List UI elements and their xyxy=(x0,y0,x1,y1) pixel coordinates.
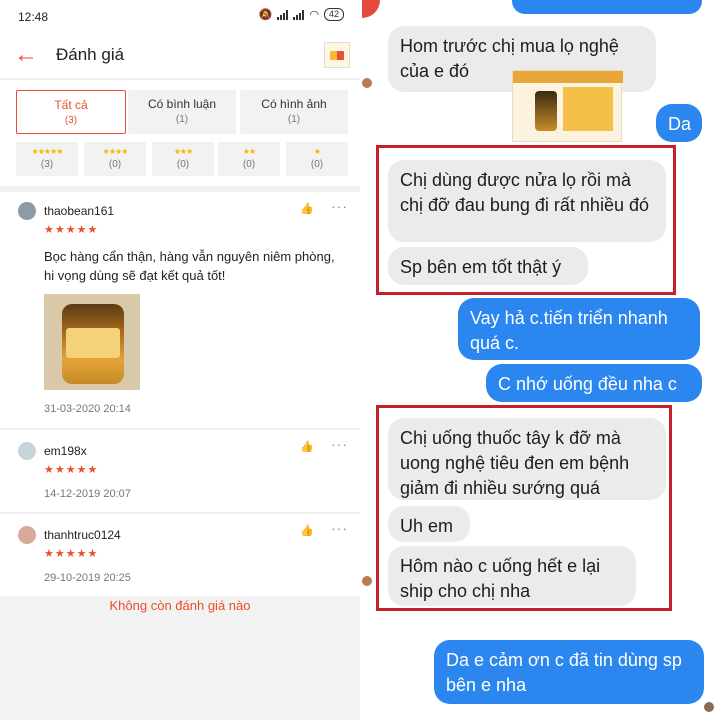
filter-tab-count: (3) xyxy=(64,115,78,126)
review-date: 14-12-2019 20:07 xyxy=(44,488,131,500)
star-filter-count: (0) xyxy=(242,159,256,170)
chat-bubble-outgoing: Vay hả c.tiến triển nhanh quá c. xyxy=(458,298,700,360)
chat-screen: Hom trước chị mua lọ nghệ của e đó Da Ch… xyxy=(362,0,720,720)
page-title: Đánh giá xyxy=(56,45,125,64)
filter-4-stars[interactable]: ★★★★ (0) xyxy=(84,142,146,176)
avatar xyxy=(18,202,36,220)
status-time: 12:48 xyxy=(18,10,49,24)
status-bar: 12:48 🔕 ◠ 42 xyxy=(0,0,360,34)
battery-icon: 42 xyxy=(323,8,344,21)
shop-icon[interactable] xyxy=(324,42,350,68)
like-icon[interactable]: 👍 xyxy=(300,440,314,453)
like-icon[interactable]: 👍 xyxy=(300,524,314,537)
review-stars: ★★★★★ xyxy=(44,464,99,476)
filter-tab-label: Có bình luận xyxy=(147,97,217,111)
chat-bubble-incoming: Hôm nào c uống hết e lại ship cho chị nh… xyxy=(388,546,636,606)
chat-bubble-outgoing: Da xyxy=(656,104,702,142)
chat-bubble-incoming: Sp bên em tốt thật ý xyxy=(388,247,588,285)
review-date: 31-03-2020 20:14 xyxy=(44,403,131,415)
filter-5-stars[interactable]: ★★★★★ (3) xyxy=(16,142,78,176)
composite-screenshot: 12:48 🔕 ◠ 42 ← Đánh giá Tất cả (3) Có bì… xyxy=(0,0,720,720)
star-filter-stars: ★★★ xyxy=(173,147,194,156)
star-filter-count: (0) xyxy=(176,159,190,170)
more-icon[interactable]: ··· xyxy=(331,520,348,536)
seen-avatar-icon xyxy=(704,702,714,712)
mute-icon: 🔕 xyxy=(258,9,273,21)
like-icon[interactable]: 👍 xyxy=(300,202,314,215)
review-item: em198x ★★★★★ 👍 ··· 14-12-2019 20:07 xyxy=(0,430,360,512)
signal-icon-2 xyxy=(293,9,305,20)
filter-tab-with-image[interactable]: Có hình ảnh (1) xyxy=(240,90,348,134)
filter-tab-count: (1) xyxy=(175,114,189,125)
app-bar: ← Đánh giá xyxy=(0,34,360,78)
review-screen: 12:48 🔕 ◠ 42 ← Đánh giá Tất cả (3) Có bì… xyxy=(0,0,360,720)
filter-tab-all[interactable]: Tất cả (3) xyxy=(16,90,126,134)
review-filters: Tất cả (3) Có bình luận (1) Có hình ảnh … xyxy=(0,80,360,186)
review-username: em198x xyxy=(44,444,87,458)
review-username: thanhtruc0124 xyxy=(44,528,121,542)
review-item: thaobean161 ★★★★★ 👍 ··· Bọc hàng cẩn thậ… xyxy=(0,192,360,428)
product-bottle xyxy=(535,91,557,131)
review-date: 29-10-2019 20:25 xyxy=(44,572,131,584)
filter-tab-label: Có hình ảnh xyxy=(261,97,327,111)
review-photo[interactable] xyxy=(44,294,140,390)
jar-label xyxy=(66,328,120,358)
star-filter-count: (0) xyxy=(310,159,324,170)
corner-decoration xyxy=(362,0,380,18)
filter-tab-label: Tất cả xyxy=(54,98,88,112)
filter-2-stars[interactable]: ★★ (0) xyxy=(218,142,280,176)
more-icon[interactable]: ··· xyxy=(331,436,348,452)
review-item: thanhtruc0124 ★★★★★ 👍 ··· 29-10-2019 20:… xyxy=(0,514,360,596)
star-filter-stars: ★ xyxy=(313,147,321,156)
star-filter-stars: ★★ xyxy=(242,147,256,156)
back-arrow-icon[interactable]: ← xyxy=(14,42,42,70)
product-photo xyxy=(512,70,623,142)
avatar xyxy=(362,78,372,88)
avatar xyxy=(18,526,36,544)
wifi-icon: ◠ xyxy=(309,9,319,21)
avatar xyxy=(362,576,372,586)
star-filter-stars: ★★★★ xyxy=(102,147,129,156)
star-filter-stars: ★★★★★ xyxy=(31,147,64,156)
review-text: Bọc hàng cẩn thận, hàng vẫn nguyên niêm … xyxy=(44,249,335,283)
review-stars: ★★★★★ xyxy=(44,224,99,236)
filter-1-star[interactable]: ★ (0) xyxy=(286,142,348,176)
star-filter-count: (3) xyxy=(40,159,54,170)
previous-outgoing-bubble xyxy=(512,0,702,14)
product-box-strip xyxy=(513,71,623,83)
chat-bubble-incoming: Chị uống thuốc tây k đỡ mà uong nghệ tiê… xyxy=(388,418,666,500)
status-icons: 🔕 ◠ 42 xyxy=(259,8,344,21)
avatar xyxy=(18,442,36,460)
review-username: thaobean161 xyxy=(44,204,115,218)
signal-icon xyxy=(277,9,289,20)
filter-tab-with-comment[interactable]: Có bình luận (1) xyxy=(128,90,236,134)
filter-tab-count: (1) xyxy=(287,114,301,125)
chat-bubble-incoming: Uh em xyxy=(388,506,470,542)
chat-bubble-outgoing: Da e cảm ơn c đã tin dùng sp bên e nha xyxy=(434,640,704,704)
review-stars: ★★★★★ xyxy=(44,548,99,560)
product-box xyxy=(563,87,613,131)
chat-bubble-incoming: Chị dùng được nửa lọ rồi mà chị đỡ đau b… xyxy=(388,160,666,242)
chat-bubble-outgoing: C nhớ uống đều nha c xyxy=(486,364,702,402)
no-more-reviews: Không còn đánh giá nào xyxy=(109,598,251,613)
star-filter-count: (0) xyxy=(108,159,122,170)
filter-3-stars[interactable]: ★★★ (0) xyxy=(152,142,214,176)
more-icon[interactable]: ··· xyxy=(331,198,348,214)
